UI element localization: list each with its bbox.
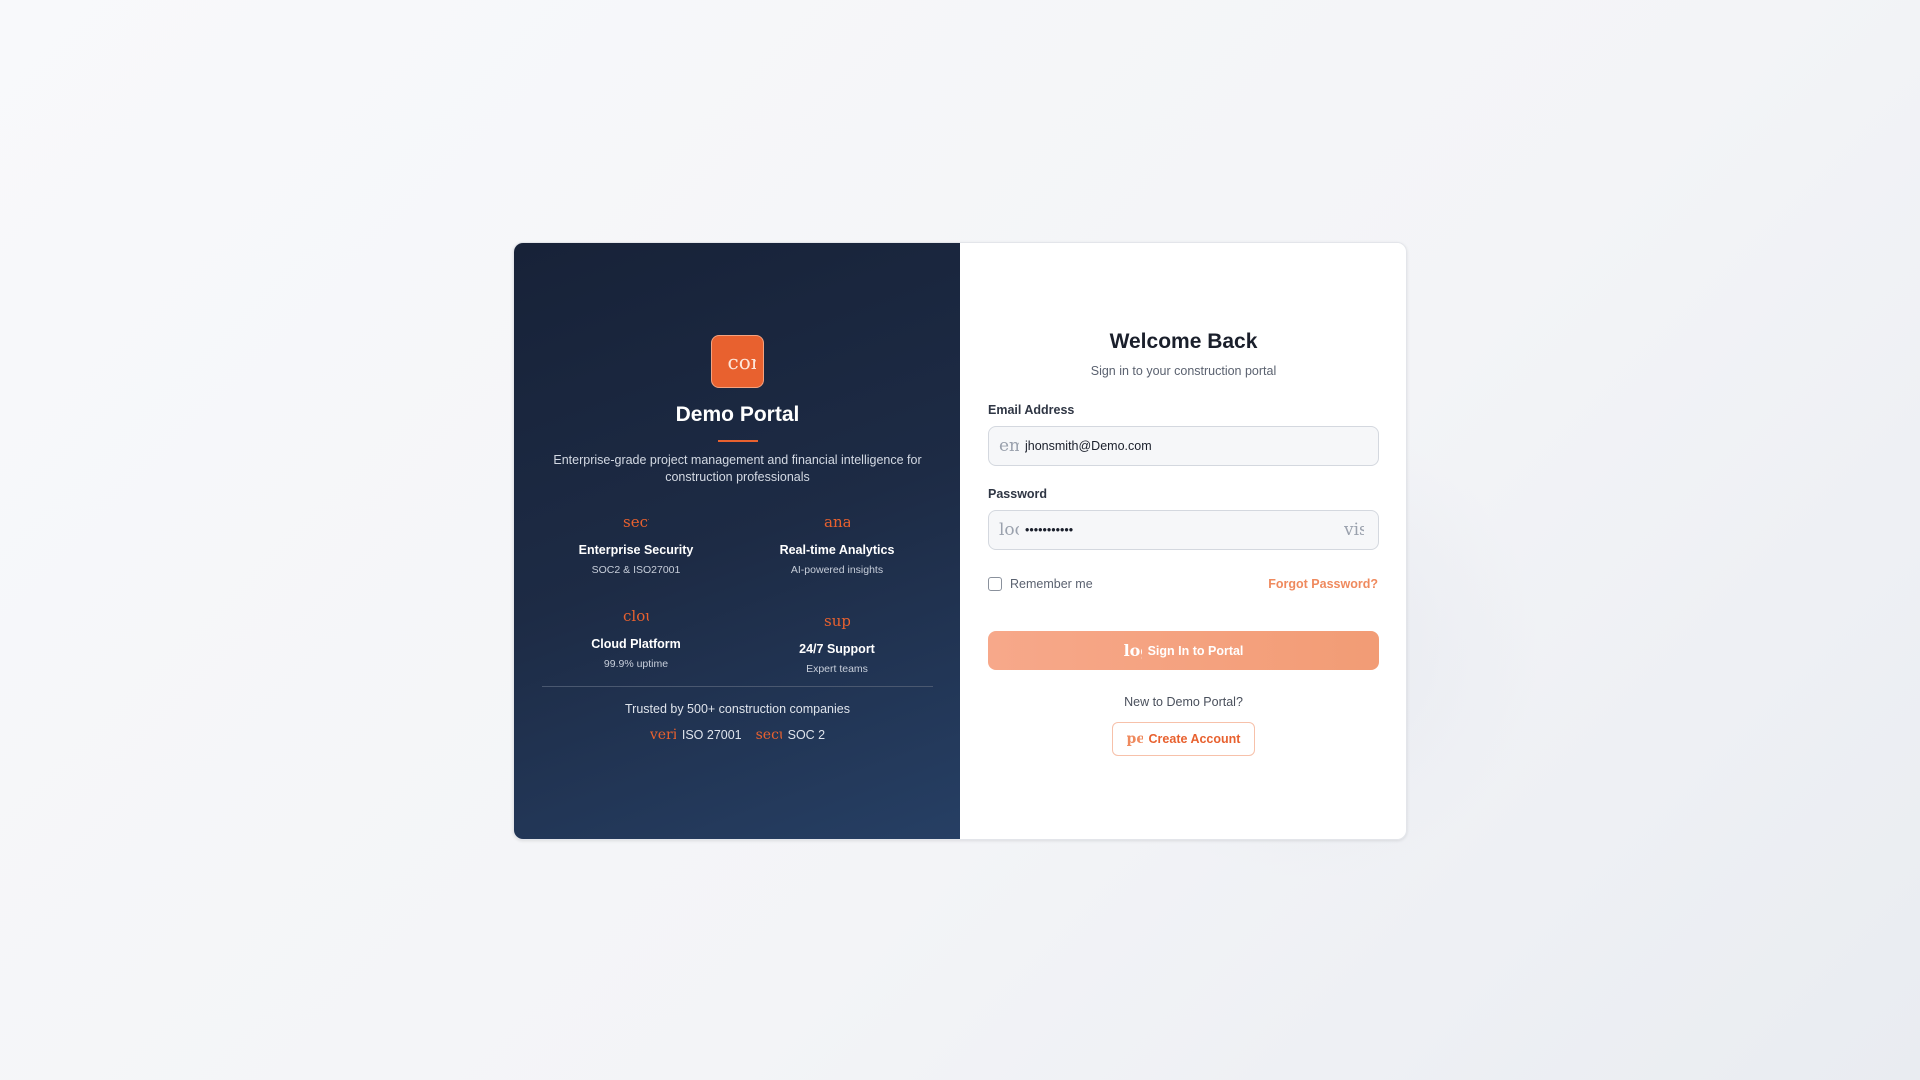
analytics-icon: analytics xyxy=(824,513,850,531)
brand-title: Demo Portal xyxy=(675,403,800,426)
feature-subtitle: 99.9% uptime xyxy=(603,658,669,670)
brand-panel: construction Demo Portal Enterprise-grad… xyxy=(514,243,960,839)
sign-in-button[interactable]: login Sign In to Portal xyxy=(988,631,1379,670)
feature-security: security Enterprise Security SOC2 & ISO2… xyxy=(536,513,736,576)
create-account-button[interactable]: person_add Create Account xyxy=(1112,722,1255,756)
page-subtitle: Sign in to your construction portal xyxy=(1090,364,1277,378)
password-field[interactable] xyxy=(1025,523,1344,537)
badge-label: SOC 2 xyxy=(787,728,826,742)
password-field-container: lock visibility xyxy=(988,510,1379,550)
feature-cloud: cloud Cloud Platform 99.9% uptime xyxy=(536,607,736,670)
feature-subtitle: AI-powered insights xyxy=(790,564,884,576)
cloud-icon: cloud xyxy=(623,607,649,625)
feature-title: Real-time Analytics xyxy=(779,543,895,557)
badge-label: ISO 27001 xyxy=(681,728,742,742)
remember-checkbox[interactable] xyxy=(988,577,1002,591)
security-icon: security xyxy=(755,727,782,743)
person-add-icon: person_add xyxy=(1126,731,1143,747)
badge-soc: security SOC 2 xyxy=(756,727,826,743)
verified-icon: verified xyxy=(649,727,676,743)
brand-divider xyxy=(718,440,758,442)
page-title: Welcome Back xyxy=(1109,330,1258,353)
feature-subtitle: Expert teams xyxy=(806,663,868,675)
lock-icon: lock xyxy=(999,520,1019,540)
login-icon: login xyxy=(1123,641,1142,660)
email-field-container: email xyxy=(988,426,1379,466)
trust-badges: verified ISO 27001 security SOC 2 xyxy=(514,727,961,743)
visibility-icon[interactable]: visibility xyxy=(1344,520,1364,540)
email-label: Email Address xyxy=(988,403,1075,417)
trust-divider xyxy=(542,686,933,687)
trusted-text: Trusted by 500+ construction companies xyxy=(624,702,850,716)
feature-title: Enterprise Security xyxy=(578,543,694,557)
remember-me[interactable]: Remember me xyxy=(988,577,1093,591)
password-label: Password xyxy=(988,487,1048,501)
feature-support: support 24/7 Support Expert teams xyxy=(737,612,937,675)
construction-icon: construction xyxy=(727,349,756,374)
feature-subtitle: SOC2 & ISO27001 xyxy=(591,564,681,576)
email-field[interactable] xyxy=(1025,439,1378,453)
new-user-text: New to Demo Portal? xyxy=(1124,695,1243,709)
sign-in-label: Sign In to Portal xyxy=(1147,643,1244,658)
login-card: construction Demo Portal Enterprise-grad… xyxy=(513,242,1407,840)
login-panel: Welcome Back Sign in to your constructio… xyxy=(960,243,1406,839)
security-icon: security xyxy=(623,513,649,531)
forgot-password-link[interactable]: Forgot Password? xyxy=(1268,577,1378,591)
logo-tile: construction xyxy=(711,335,764,388)
feature-title: 24/7 Support xyxy=(799,642,875,656)
remember-label: Remember me xyxy=(1010,577,1093,591)
brand-description: Enterprise-grade project management and … xyxy=(553,453,922,484)
badge-iso: verified ISO 27001 xyxy=(650,727,742,743)
support-icon: support xyxy=(824,612,850,630)
feature-title: Cloud Platform xyxy=(591,637,681,651)
create-account-label: Create Account xyxy=(1148,732,1241,746)
email-icon: email xyxy=(999,436,1019,456)
feature-analytics: analytics Real-time Analytics AI-powered… xyxy=(737,513,937,576)
